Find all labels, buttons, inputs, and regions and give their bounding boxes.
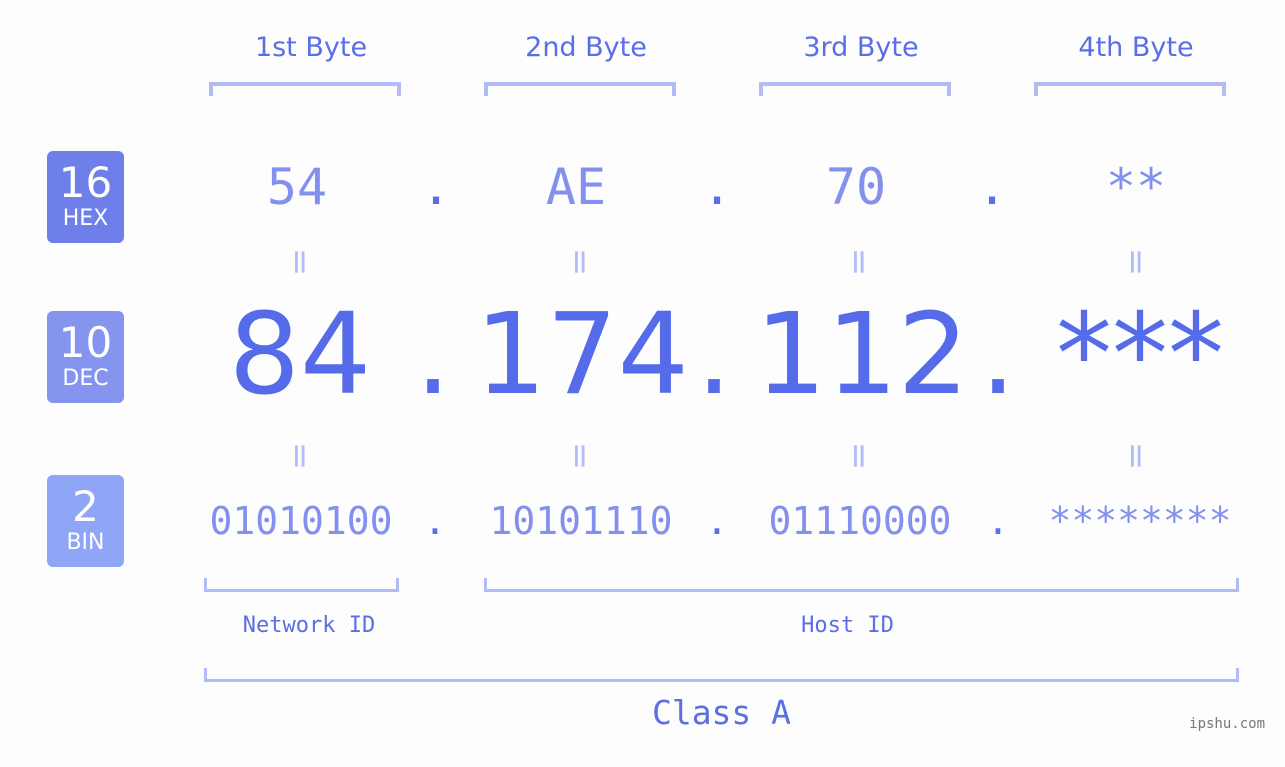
hex-separator-3: .	[976, 158, 1008, 216]
equals-icon: =	[280, 441, 320, 471]
byte-bracket-1	[209, 82, 401, 96]
class-bracket	[204, 668, 1239, 682]
network-id-bracket	[204, 578, 399, 592]
bin-octet-1: 01010100	[209, 499, 393, 543]
dec-base-label: DEC	[62, 366, 109, 391]
dec-separator-2: .	[696, 290, 732, 420]
hex-octet-2: AE	[545, 158, 607, 216]
dec-badge: 10 DEC	[47, 311, 124, 403]
equals-icon: =	[560, 441, 600, 471]
host-id-label: Host ID	[801, 613, 894, 638]
hex-separator-1: .	[420, 158, 452, 216]
watermark: ipshu.com	[1189, 716, 1265, 732]
equals-icon: =	[560, 247, 600, 277]
dec-octet-3: 112	[755, 290, 969, 420]
byte-header-4: 4th Byte	[1078, 32, 1194, 63]
equals-icon: =	[839, 441, 879, 471]
bin-separator-1: .	[423, 499, 447, 543]
hex-octet-4: **	[1105, 158, 1167, 216]
hex-separator-2: .	[701, 158, 733, 216]
network-id-label: Network ID	[242, 613, 376, 638]
hex-badge: 16 HEX	[47, 151, 124, 243]
hex-base-number: 16	[58, 158, 113, 207]
equals-icon: =	[839, 247, 879, 277]
dec-base-number: 10	[58, 318, 113, 367]
dec-octet-4: ***	[1056, 290, 1224, 420]
bin-octet-3: 01110000	[768, 499, 952, 543]
hex-octet-1: 54	[266, 158, 328, 216]
class-label: Class A	[651, 693, 792, 732]
byte-bracket-4	[1034, 82, 1226, 96]
equals-icon: =	[1116, 247, 1156, 277]
bin-badge: 2 BIN	[47, 475, 124, 567]
byte-header-1: 1st Byte	[254, 32, 368, 63]
bin-octet-4: ********	[1048, 499, 1232, 543]
dec-separator-1: .	[415, 290, 451, 420]
bin-octet-2: 10101110	[489, 499, 673, 543]
host-id-bracket	[484, 578, 1239, 592]
bin-separator-2: .	[705, 499, 729, 543]
bin-base-label: BIN	[66, 530, 105, 555]
hex-base-label: HEX	[62, 206, 109, 231]
equals-icon: =	[280, 247, 320, 277]
hex-octet-3: 70	[825, 158, 887, 216]
bin-base-number: 2	[72, 482, 99, 531]
dec-separator-3: .	[980, 290, 1016, 420]
equals-icon: =	[1116, 441, 1156, 471]
byte-header-3: 3rd Byte	[803, 32, 919, 63]
byte-bracket-2	[484, 82, 676, 96]
dec-octet-1: 84	[228, 290, 372, 420]
byte-bracket-3	[759, 82, 951, 96]
dec-octet-2: 174	[475, 290, 689, 420]
bin-separator-3: .	[986, 499, 1010, 543]
byte-header-2: 2nd Byte	[525, 32, 647, 63]
